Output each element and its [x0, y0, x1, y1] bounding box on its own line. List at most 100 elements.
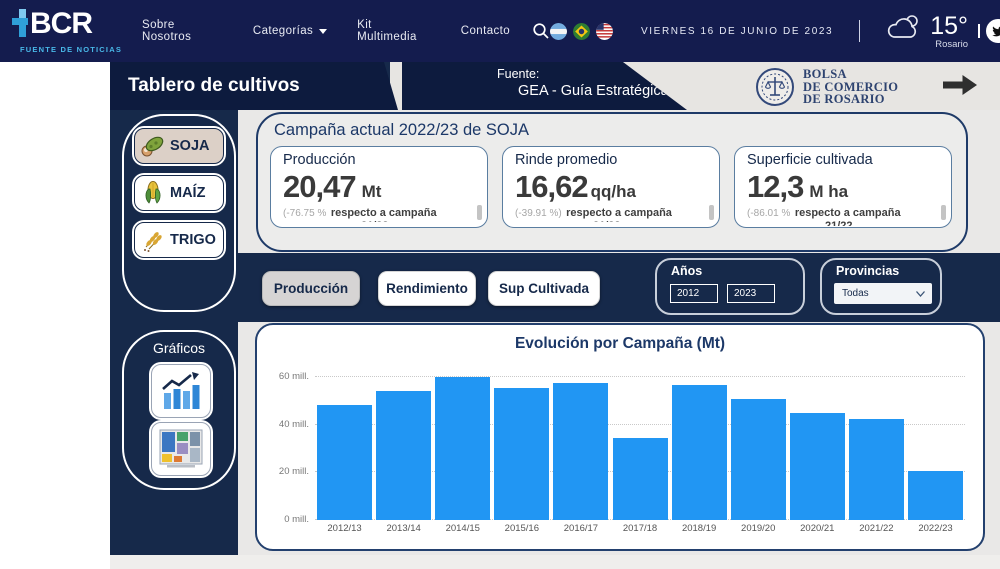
bar-2013/14[interactable]: [376, 391, 431, 520]
soybean-icon: [140, 133, 166, 159]
x-axis-label: 2016/17: [551, 523, 610, 534]
bcr-logo-row: BCR: [10, 9, 128, 43]
bolsa-comercio-text: BOLSA DE COMERCIO DE ROSARIO: [803, 68, 898, 106]
bar-chart-view-button[interactable]: [151, 364, 211, 418]
topbar-right-cluster: VIERNES 16 DE JUNIO DE 2023 15° Rosario: [550, 13, 1000, 50]
kpi-delta: (-39.91 %) respecto a campaña 21/22: [515, 205, 709, 222]
tab-sup-cultivada[interactable]: Sup Cultivada: [488, 271, 600, 306]
usa-flag[interactable]: [596, 23, 613, 40]
argentina-flag-icon: [550, 23, 567, 40]
bar-cell: [670, 370, 729, 520]
current-date: VIERNES 16 DE JUNIO DE 2023: [641, 26, 833, 37]
x-axis-label: 2019/20: [729, 523, 788, 534]
bar-2015/16[interactable]: [494, 388, 549, 520]
bar-cell: [788, 370, 847, 520]
language-flags: [550, 23, 613, 40]
temperature: 15°: [930, 13, 968, 39]
x-axis-label: 2020/21: [788, 523, 847, 534]
charts-panel: Gráficos: [122, 330, 236, 490]
charts-panel-label: Gráficos: [124, 340, 234, 356]
bcr-plus-mark-icon: [10, 9, 30, 43]
x-axis-label: 2013/14: [374, 523, 433, 534]
twitter-button[interactable]: [986, 19, 1000, 43]
card-scrollbar[interactable]: [477, 205, 482, 220]
bar-cell: [315, 370, 374, 520]
bar-2016/17[interactable]: [553, 383, 608, 520]
bar-2012/13[interactable]: [317, 405, 372, 520]
social-links: [978, 19, 1000, 43]
provinces-dropdown[interactable]: Todas: [834, 283, 932, 304]
provinces-filter: Provincias Todas: [820, 258, 942, 315]
evolution-chart-panel: Evolución por Campaña (Mt) 0 mill.20 mil…: [255, 323, 985, 551]
y-axis-tick: 40 mill.: [261, 419, 309, 430]
bar-cell: [374, 370, 433, 520]
y-axis-tick: 60 mill.: [261, 371, 309, 382]
crop-selector-panel: SOJA MAÍZ: [122, 114, 236, 312]
bar-2022/23[interactable]: [908, 471, 963, 520]
next-arrow-button[interactable]: [943, 75, 977, 100]
crop-button-trigo[interactable]: TRIGO: [134, 222, 224, 258]
bar-2018/19[interactable]: [672, 385, 727, 520]
y-axis-tick: 0 mill.: [261, 514, 309, 525]
right-arrow-icon: [943, 75, 977, 95]
dropdown-chevron-icon: [916, 291, 925, 297]
kpi-value: 20,47Mt: [283, 169, 477, 205]
weather-city: Rosario: [935, 39, 968, 50]
kpi-delta: (-76.75 % respecto a campaña 21/22: [283, 205, 477, 222]
years-filter-label: Años: [671, 264, 803, 278]
bar-2019/20[interactable]: [731, 399, 786, 520]
year-from-input[interactable]: 2012: [670, 284, 718, 303]
tab-produccion[interactable]: Producción: [262, 271, 360, 306]
card-scrollbar[interactable]: [709, 205, 714, 220]
bolsa-comercio-logo: BOLSA DE COMERCIO DE ROSARIO: [755, 67, 898, 107]
argentina-flag[interactable]: [550, 23, 567, 40]
bar-2020/21[interactable]: [790, 413, 845, 520]
y-axis-tick: 20 mill.: [261, 466, 309, 477]
twitter-icon: [991, 25, 1000, 37]
bcr-logo-tagline: FUENTE DE NOTICIAS: [20, 45, 128, 54]
nav-sobre-nosotros[interactable]: Sobre Nosotros: [142, 19, 223, 43]
treemap-view-button[interactable]: [151, 422, 211, 476]
chart-xlabels: 2012/132013/142014/152015/162016/172017/…: [315, 523, 965, 534]
weather-widget: 15° Rosario: [884, 13, 968, 50]
cloud-icon: [884, 13, 922, 41]
provinces-filter-label: Provincias: [836, 264, 940, 278]
years-filter: Años 2012 2023: [655, 258, 805, 315]
kpi-value: 12,3M ha: [747, 169, 941, 205]
page: BCR FUENTE DE NOTICIAS Sobre Nosotros Ca…: [0, 0, 1000, 569]
bcr-logo[interactable]: BCR FUENTE DE NOTICIAS: [10, 9, 128, 54]
chart-bars: [315, 370, 965, 520]
bar-cell: [492, 370, 551, 520]
crops-dashboard: Tablero de cultivos Fuente: GEA - Guía E…: [110, 62, 1000, 555]
bar-cell: [729, 370, 788, 520]
brazil-flag[interactable]: [573, 23, 590, 40]
kpi-card-produccion: Producción 20,47Mt (-76.75 % respecto a …: [270, 146, 488, 228]
kpi-value: 16,62qq/ha: [515, 169, 709, 205]
bar-2021/22[interactable]: [849, 419, 904, 520]
x-axis-label: 2012/13: [315, 523, 374, 534]
kpi-cards: Producción 20,47Mt (-76.75 % respecto a …: [258, 140, 966, 228]
tab-rendimiento[interactable]: Rendimiento: [378, 271, 476, 306]
kpi-label: Producción: [283, 152, 477, 168]
search-button[interactable]: [532, 22, 550, 40]
chart-plot: 0 mill.20 mill.40 mill.60 mill.: [315, 370, 965, 520]
search-icon: [532, 22, 550, 40]
campaign-title: Campaña actual 2022/23 de SOJA: [274, 121, 966, 140]
nav-contacto[interactable]: Contacto: [461, 25, 510, 37]
x-axis-label: 2021/22: [847, 523, 906, 534]
nav-categorias[interactable]: Categorías: [253, 25, 327, 37]
bar-2017/18[interactable]: [613, 438, 668, 520]
temperature-block: 15° Rosario: [930, 13, 968, 50]
year-to-input[interactable]: 2023: [727, 284, 775, 303]
bar-cell: [433, 370, 492, 520]
top-navigation-bar: BCR FUENTE DE NOTICIAS Sobre Nosotros Ca…: [0, 0, 1000, 62]
wheat-icon: [140, 227, 166, 253]
crop-button-maiz[interactable]: MAÍZ: [134, 175, 224, 211]
card-scrollbar[interactable]: [941, 205, 946, 220]
kpi-delta: (-86.01 % respecto a campaña 21/22: [747, 205, 941, 226]
bar-2014/15[interactable]: [435, 377, 490, 520]
x-axis-label: 2017/18: [610, 523, 669, 534]
crop-button-soja[interactable]: SOJA: [134, 128, 224, 164]
bar-cell: [551, 370, 610, 520]
nav-kit-multimedia[interactable]: Kit Multimedia: [357, 19, 431, 43]
